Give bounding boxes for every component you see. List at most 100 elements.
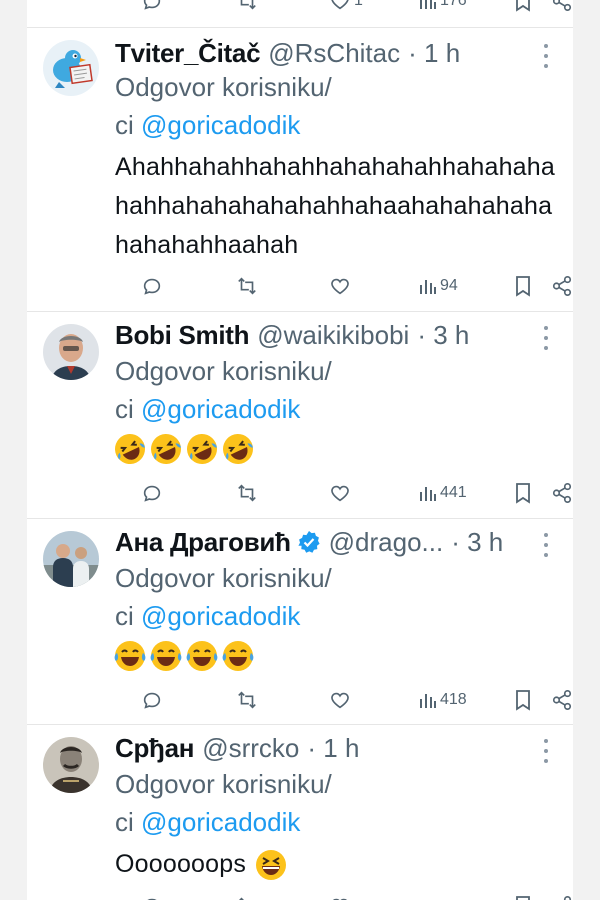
avatar[interactable] bbox=[43, 737, 99, 793]
man-portrait-icon bbox=[43, 324, 99, 380]
timestamp[interactable]: · 1 h bbox=[307, 733, 359, 764]
reply-context: Odgovor korisniku/ bbox=[115, 68, 332, 106]
mention-link[interactable]: @goricadodik bbox=[141, 601, 300, 631]
display-name[interactable]: Bobi Smith bbox=[115, 320, 250, 351]
tweet[interactable]: Tviter_Čitač @RsChitac · 1 h Odgovor kor… bbox=[27, 28, 573, 310]
display-name[interactable]: Срђан bbox=[115, 733, 195, 764]
reply-prefix-suffix: ci bbox=[115, 110, 134, 140]
reply-prefix-suffix: ci bbox=[115, 807, 134, 837]
previous-tweet-actions: 1 176 bbox=[115, 0, 572, 14]
views-button[interactable]: 176 bbox=[419, 0, 467, 14]
bookmark-button[interactable] bbox=[513, 687, 533, 713]
views-button[interactable]: 94 bbox=[419, 273, 458, 299]
like-button[interactable]: 1 bbox=[329, 0, 363, 14]
user-handle[interactable]: @srrcko bbox=[202, 733, 299, 764]
reply-context: Odgovor korisniku/ bbox=[115, 559, 332, 597]
user-handle[interactable]: @RsChitac bbox=[268, 38, 400, 69]
reply-button[interactable] bbox=[141, 893, 163, 900]
bookmark-button[interactable] bbox=[513, 273, 533, 299]
like-button[interactable] bbox=[329, 687, 351, 713]
grinning-squinting-emoji-icon bbox=[256, 849, 287, 880]
mention-link[interactable]: @goricadodik bbox=[141, 394, 300, 424]
more-options-button[interactable] bbox=[541, 739, 551, 763]
tweet[interactable]: Ана Драговић @drago... · 3 h Odgovor kor… bbox=[27, 519, 573, 724]
view-count: 94 bbox=[440, 277, 458, 294]
share-button[interactable] bbox=[551, 893, 573, 900]
mention-link[interactable]: @goricadodik bbox=[141, 110, 300, 140]
reply-icon bbox=[143, 485, 161, 502]
views-icon bbox=[420, 694, 436, 708]
bookmark-icon bbox=[516, 0, 530, 12]
rofl-emoji-icon bbox=[151, 434, 181, 464]
timeline-feed: 1 176 Tviter_Čitač @RsChitac · 1 h Odgov… bbox=[27, 0, 573, 900]
heart-icon bbox=[331, 485, 349, 502]
reply-prefix: Odgovor korisniku/ bbox=[115, 356, 332, 386]
mention-link[interactable]: @goricadodik bbox=[141, 807, 300, 837]
reply-prefix: Odgovor korisniku/ bbox=[115, 769, 332, 799]
view-count: 176 bbox=[440, 0, 467, 9]
tears-of-joy-emoji-icon bbox=[150, 641, 182, 671]
dot-icon bbox=[544, 739, 548, 743]
like-button[interactable] bbox=[329, 480, 351, 506]
user-handle[interactable]: @drago... bbox=[329, 527, 444, 558]
more-options-button[interactable] bbox=[541, 326, 551, 350]
tweet[interactable]: Bobi Smith @waikikibobi · 3 h Odgovor ko… bbox=[27, 312, 573, 517]
user-handle[interactable]: @waikikibobi bbox=[257, 320, 409, 351]
retweet-button[interactable] bbox=[235, 893, 259, 900]
more-options-button[interactable] bbox=[541, 533, 551, 557]
tweet-text: Ahahhahahhahahhahahahahhahahahahahhahaha… bbox=[115, 153, 555, 259]
views-icon bbox=[420, 487, 436, 501]
timestamp[interactable]: · 3 h bbox=[417, 320, 469, 351]
heart-icon bbox=[331, 278, 349, 295]
like-button[interactable] bbox=[329, 893, 351, 900]
rofl-emoji-icon bbox=[187, 434, 217, 464]
views-button[interactable]: 441 bbox=[419, 480, 467, 506]
reply-button[interactable] bbox=[141, 480, 163, 506]
share-icon bbox=[552, 0, 572, 11]
views-icon bbox=[420, 280, 436, 294]
tweet-actions: 418 bbox=[115, 687, 572, 713]
share-button[interactable] bbox=[551, 0, 573, 14]
dot-icon bbox=[544, 336, 548, 340]
views-button[interactable] bbox=[419, 893, 437, 900]
tweet-text: Ooooooops bbox=[115, 845, 563, 884]
share-button[interactable] bbox=[551, 273, 573, 299]
tweet[interactable]: Срђан @srrcko · 1 h Odgovor korisniku/ c… bbox=[27, 725, 573, 900]
tears-of-joy-emoji-icon bbox=[114, 641, 146, 671]
retweet-button[interactable] bbox=[235, 480, 259, 506]
tweet-actions bbox=[115, 893, 572, 900]
more-options-button[interactable] bbox=[541, 44, 551, 68]
reply-button[interactable] bbox=[141, 687, 163, 713]
views-button[interactable]: 418 bbox=[419, 687, 467, 713]
reply-prefix-suffix: ci bbox=[115, 394, 134, 424]
avatar[interactable] bbox=[43, 324, 99, 380]
tweet-actions: 94 bbox=[115, 273, 572, 299]
avatar[interactable] bbox=[43, 531, 99, 587]
display-name[interactable]: Ана Драговић bbox=[115, 527, 291, 558]
bookmark-button[interactable] bbox=[513, 893, 533, 900]
avatar[interactable] bbox=[43, 40, 99, 96]
like-button[interactable] bbox=[329, 273, 351, 299]
tweet-text-content: Ooooooops bbox=[115, 850, 247, 878]
share-button[interactable] bbox=[551, 687, 573, 713]
reply-prefix: Odgovor korisniku/ bbox=[115, 72, 332, 102]
dot-icon bbox=[544, 44, 548, 48]
retweet-button[interactable] bbox=[235, 273, 259, 299]
heart-icon bbox=[332, 898, 348, 900]
retweet-button[interactable] bbox=[235, 687, 259, 713]
display-name[interactable]: Tviter_Čitač bbox=[115, 38, 261, 69]
bookmark-button[interactable] bbox=[513, 480, 533, 506]
reply-context: Odgovor korisniku/ bbox=[115, 765, 332, 803]
retweet-button[interactable] bbox=[235, 0, 259, 14]
tweet-header: Tviter_Čitač @RsChitac · 1 h bbox=[115, 36, 533, 70]
bookmark-button[interactable] bbox=[513, 0, 533, 14]
reply-button[interactable] bbox=[141, 273, 163, 299]
dot-icon bbox=[544, 553, 548, 557]
bookmark-icon bbox=[516, 690, 530, 711]
timestamp[interactable]: · 3 h bbox=[451, 527, 503, 558]
dot-icon bbox=[544, 759, 548, 763]
reply-button[interactable] bbox=[141, 0, 163, 14]
share-button[interactable] bbox=[551, 480, 573, 506]
timestamp[interactable]: · 1 h bbox=[408, 38, 460, 69]
emoji-row bbox=[113, 432, 255, 466]
